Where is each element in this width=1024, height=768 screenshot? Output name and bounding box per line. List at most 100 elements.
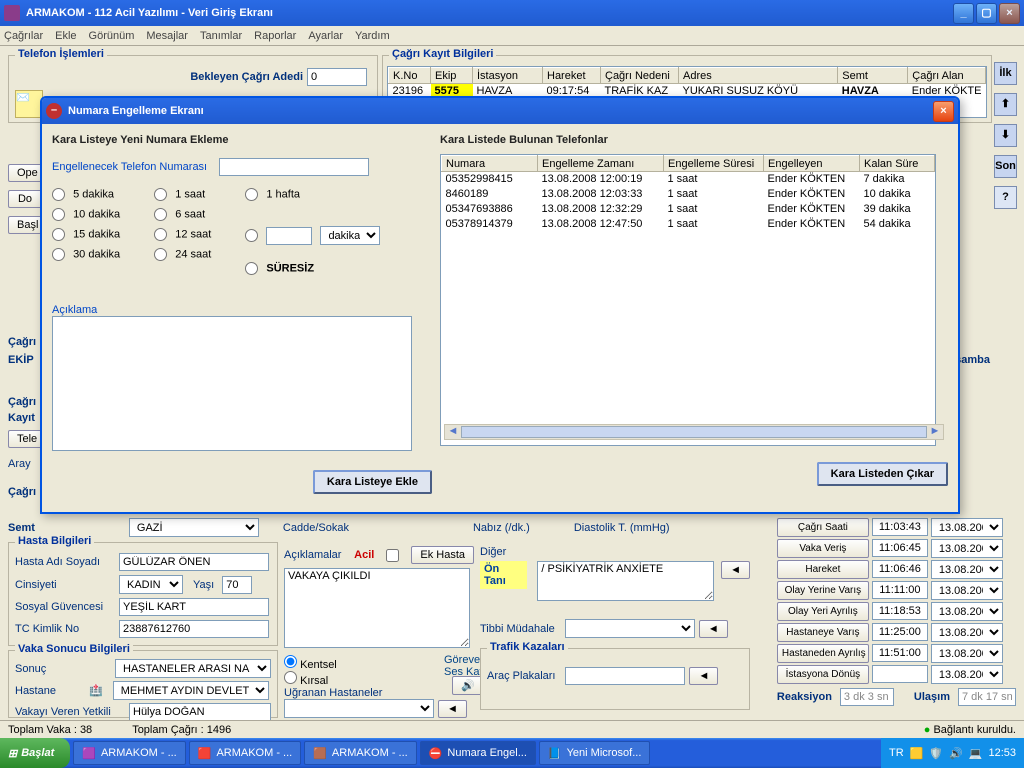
duration-radio[interactable]: 1 saat	[154, 188, 211, 201]
basl-button[interactable]: Başl	[8, 216, 42, 234]
duration-radio[interactable]: 1 hafta	[245, 188, 380, 201]
maximize-button[interactable]: ▢	[976, 3, 997, 24]
task-4[interactable]: ⛔Numara Engel...	[420, 741, 536, 765]
tibbi-select[interactable]	[565, 619, 695, 638]
sonuc-select[interactable]: HASTANELER ARASI NA	[115, 659, 271, 678]
aciklama-textarea[interactable]: VAKAYA ÇIKILDI	[284, 568, 470, 648]
do-button[interactable]: Do	[8, 190, 42, 208]
scroll-left[interactable]: ◄	[445, 425, 461, 439]
kirsal-radio[interactable]: Kırsal	[284, 675, 328, 687]
duration-radio[interactable]: 24 saat	[154, 248, 211, 261]
duration-radio[interactable]: dakika	[245, 226, 380, 245]
plaka-add[interactable]: ◄	[689, 667, 718, 685]
ad-input[interactable]	[119, 553, 269, 571]
time-value[interactable]	[872, 518, 928, 536]
time-button[interactable]: Olay Yeri Ayrılış	[777, 602, 869, 621]
task-3[interactable]: 🟫ARMAKOM - ...	[304, 741, 416, 765]
time-value[interactable]	[872, 602, 928, 620]
sound-icon[interactable]: 🔊	[452, 676, 484, 695]
ugranan-select[interactable]	[284, 699, 434, 718]
ilk-button[interactable]: İlk	[994, 62, 1017, 85]
tc-input[interactable]	[119, 620, 269, 638]
task-1[interactable]: 🟪ARMAKOM - ...	[73, 741, 185, 765]
scroll-thumb[interactable]	[461, 426, 927, 438]
tray-icon[interactable]: 🟨	[910, 747, 924, 760]
duration-radio[interactable]: SÜRESİZ	[245, 262, 380, 275]
hdr-istasyon[interactable]: İstasyon	[473, 68, 543, 84]
menu-gorunum[interactable]: Görünüm	[89, 30, 135, 42]
blacklist-listbox[interactable]: Numara Engelleme Zamanı Engelleme Süresi…	[440, 154, 936, 446]
time-button[interactable]: Hastaneye Varış	[777, 623, 869, 642]
time-button[interactable]: Vaka Veriş	[777, 539, 869, 558]
time-date[interactable]: 13.08.2008	[931, 602, 1003, 621]
lang-indicator[interactable]: TR	[889, 747, 904, 759]
bekleyen-input[interactable]	[307, 68, 367, 86]
kentsel-radio[interactable]: Kentsel	[284, 659, 337, 671]
yetkili-input[interactable]	[129, 703, 271, 721]
duration-radio[interactable]: 12 saat	[154, 228, 211, 241]
start-button[interactable]: ⊞Başlat	[0, 738, 70, 768]
duration-radio[interactable]: 6 saat	[154, 208, 211, 221]
menu-ayarlar[interactable]: Ayarlar	[308, 30, 343, 42]
duration-radio[interactable]: 5 dakika	[52, 188, 120, 201]
ontani-text[interactable]: / PSİKİYATRİK ANXİETE	[537, 561, 714, 601]
tibbi-add[interactable]: ◄	[699, 620, 728, 638]
up-button[interactable]: ⬆	[994, 93, 1017, 116]
hdr-ekip[interactable]: Ekip	[431, 68, 473, 84]
time-button[interactable]: Hareket	[777, 560, 869, 579]
yasi-input[interactable]	[222, 576, 252, 594]
duration-radio[interactable]: 15 dakika	[52, 228, 120, 241]
minimize-button[interactable]: _	[953, 3, 974, 24]
tray-icon[interactable]: 🔊	[949, 747, 963, 760]
lh-engelleyen[interactable]: Engelleyen	[764, 156, 860, 172]
blacklist-row[interactable]: 0537891437913.08.2008 12:47:501 saatEnde…	[442, 217, 935, 232]
close-button[interactable]: ×	[999, 3, 1020, 24]
time-date[interactable]: 13.08.2008	[931, 623, 1003, 642]
acil-checkbox[interactable]	[386, 549, 399, 562]
time-value[interactable]	[872, 644, 928, 662]
lh-sure[interactable]: Engelleme Süresi	[664, 156, 764, 172]
time-value[interactable]	[872, 581, 928, 599]
down-button[interactable]: ⬇	[994, 124, 1017, 147]
blacklist-row[interactable]: 0534769388613.08.2008 12:32:291 saatEnde…	[442, 202, 935, 217]
time-date[interactable]: 13.08.2008	[931, 665, 1003, 684]
modal-aciklama-textarea[interactable]	[52, 316, 412, 451]
tray-icon[interactable]: 🛡️	[929, 747, 943, 760]
time-date[interactable]: 13.08.2008	[931, 581, 1003, 600]
lh-zaman[interactable]: Engelleme Zamanı	[538, 156, 664, 172]
ontani-add[interactable]: ◄	[721, 561, 750, 579]
hdr-semt[interactable]: Semt	[838, 68, 908, 84]
menu-yardim[interactable]: Yardım	[355, 30, 390, 42]
ope-button[interactable]: Ope	[8, 164, 42, 182]
menu-tanimlar[interactable]: Tanımlar	[200, 30, 242, 42]
modal-close-button[interactable]: ×	[933, 101, 954, 122]
kara-listeye-ekle-button[interactable]: Kara Listeye Ekle	[313, 470, 432, 494]
ekhasta-button[interactable]: Ek Hasta	[411, 546, 474, 564]
time-button[interactable]: Çağrı Saati	[777, 518, 869, 537]
time-date[interactable]: 13.08.2008	[931, 518, 1003, 537]
menu-cagrilar[interactable]: Çağrılar	[4, 30, 43, 42]
phone-icon[interactable]: ✉️	[15, 90, 43, 118]
plaka-input[interactable]	[565, 667, 685, 685]
time-button[interactable]: Olay Yerine Varış	[777, 581, 869, 600]
hdr-neden[interactable]: Çağrı Nedeni	[601, 68, 679, 84]
duration-radio[interactable]: 30 dakika	[52, 248, 120, 261]
custom-duration-input[interactable]	[266, 227, 312, 245]
blacklist-row[interactable]: 846018913.08.2008 12:03:331 saatEnder KÖ…	[442, 187, 935, 202]
phone-input[interactable]	[219, 158, 369, 176]
ugranan-add[interactable]: ◄	[438, 700, 467, 718]
time-button[interactable]: Hastaneden Ayrılış	[777, 644, 869, 663]
hdr-hareket[interactable]: Hareket	[543, 68, 601, 84]
hdr-kno[interactable]: K.No	[389, 68, 431, 84]
task-2[interactable]: 🟥ARMAKOM - ...	[189, 741, 301, 765]
time-value[interactable]	[872, 560, 928, 578]
time-date[interactable]: 13.08.2008	[931, 539, 1003, 558]
tele-button[interactable]: Tele	[8, 430, 42, 448]
blacklist-row[interactable]: 0535299841513.08.2008 12:00:191 saatEnde…	[442, 172, 935, 187]
scroll-right[interactable]: ►	[927, 425, 936, 439]
custom-duration-unit[interactable]: dakika	[320, 226, 380, 245]
hdr-alan[interactable]: Çağrı Alan	[908, 68, 986, 84]
time-value[interactable]	[872, 623, 928, 641]
hdr-adres[interactable]: Adres	[679, 68, 838, 84]
cinsiyet-select[interactable]: KADIN	[119, 575, 183, 594]
